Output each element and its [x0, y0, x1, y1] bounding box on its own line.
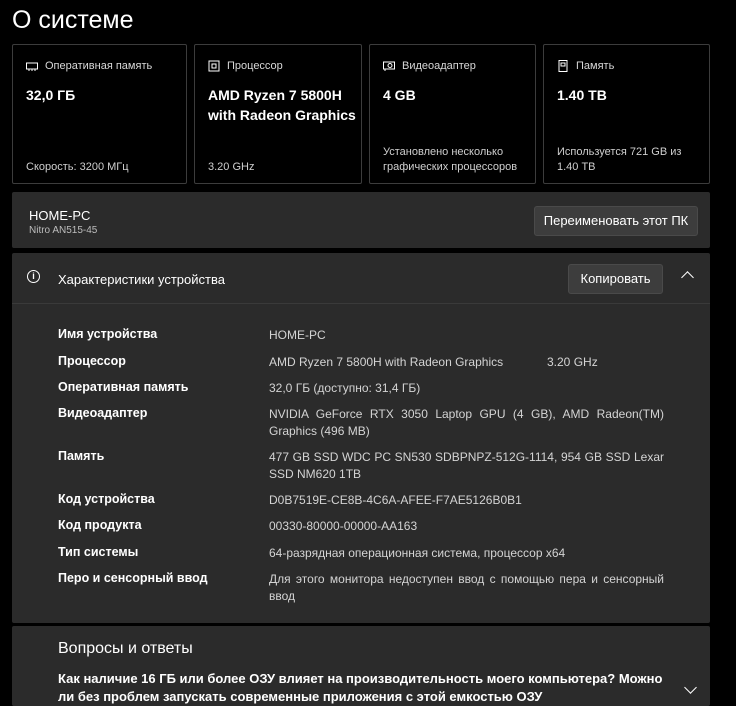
- spec-value: D0B7519E-CE8B-4C6A-AFEE-F7AE5126B0B1: [269, 492, 664, 509]
- rename-pc-button[interactable]: Переименовать этот ПК: [534, 206, 698, 236]
- device-specs-panel: i Характеристики устройства Копировать И…: [12, 253, 710, 623]
- faq-title: Вопросы и ответы: [58, 640, 193, 657]
- card-foot: Используется 721 GB из 1.40 TB: [557, 146, 682, 173]
- spec-value: 64-разрядная операционная система, проце…: [269, 545, 664, 562]
- spec-value-text: NVIDIA GeForce RTX 3050 Laptop GPU (4 GB…: [269, 407, 664, 438]
- gpu-icon: [383, 61, 395, 71]
- card-label: Видеоадаптер: [402, 60, 476, 72]
- card-foot: 3.20 GHz: [208, 161, 255, 173]
- spec-key: Оперативная память: [58, 380, 189, 394]
- card-value: 32,0 ГБ: [26, 87, 76, 103]
- spec-value-text: 00330-80000-00000-AA163: [269, 519, 418, 533]
- chevron-up-icon[interactable]: [681, 271, 694, 284]
- spec-value: HOME-PC: [269, 327, 664, 344]
- chevron-down-icon[interactable]: [684, 681, 697, 694]
- spec-key: Код устройства: [58, 492, 155, 506]
- spec-value: 00330-80000-00000-AA163: [269, 518, 664, 535]
- card-value: AMD Ryzen 7 5800H with Radeon Graphics: [208, 87, 356, 123]
- ram-icon: [26, 62, 38, 71]
- spec-value-text: 32,0 ГБ (доступно: 31,4 ГБ): [269, 381, 421, 395]
- pc-name-bar: HOME-PC Nitro AN515-45 Переименовать это…: [12, 192, 710, 248]
- spec-value: 477 GB SSD WDC PC SN530 SDBPNPZ-512G-111…: [269, 449, 664, 483]
- card-gpu: Видеоадаптер 4 GB Установлено несколько …: [369, 44, 536, 184]
- card-label: Оперативная память: [45, 60, 153, 72]
- spec-value-text: 477 GB SSD WDC PC SN530 SDBPNPZ-512G-111…: [269, 450, 664, 481]
- faq-panel: Вопросы и ответы Как наличие 16 ГБ или б…: [12, 626, 710, 706]
- spec-key: Процессор: [58, 354, 126, 368]
- cpu-icon: [208, 60, 220, 72]
- pc-name: HOME-PC: [29, 208, 91, 223]
- spec-value-speed: 3.20 GHz: [547, 355, 598, 369]
- card-value: 4 GB: [383, 87, 416, 103]
- spec-value: NVIDIA GeForce RTX 3050 Laptop GPU (4 GB…: [269, 406, 664, 440]
- summary-cards: Оперативная память 32,0 ГБ Скорость: 320…: [12, 44, 710, 186]
- device-specs-header[interactable]: i Характеристики устройства Копировать: [12, 253, 710, 304]
- spec-value-text: Для этого монитора недоступен ввод с пом…: [269, 572, 664, 603]
- spec-key: Тип системы: [58, 545, 139, 559]
- spec-value-text: HOME-PC: [269, 328, 326, 342]
- card-foot: Скорость: 3200 МГц: [26, 161, 129, 173]
- page-title: О системе: [12, 6, 134, 34]
- spec-key: Код продукта: [58, 518, 142, 532]
- spec-value: Для этого монитора недоступен ввод с пом…: [269, 571, 664, 605]
- faq-question[interactable]: Как наличие 16 ГБ или более ОЗУ влияет н…: [58, 670, 668, 706]
- storage-icon: [558, 60, 568, 72]
- card-value: 1.40 TB: [557, 87, 607, 103]
- card-label: Память: [576, 60, 615, 72]
- spec-value-text: 64-разрядная операционная система, проце…: [269, 546, 566, 560]
- card-foot: Установлено несколько графических процес…: [383, 146, 518, 173]
- spec-value: AMD Ryzen 7 5800H with Radeon Graphics 3…: [269, 354, 664, 371]
- spec-key: Имя устройства: [58, 327, 158, 341]
- spec-key: Перо и сенсорный ввод: [58, 571, 208, 585]
- info-icon: i: [27, 270, 40, 283]
- spec-value: 32,0 ГБ (доступно: 31,4 ГБ): [269, 380, 664, 397]
- copy-button[interactable]: Копировать: [568, 264, 663, 294]
- spec-key: Память: [58, 449, 105, 463]
- spec-value-text: D0B7519E-CE8B-4C6A-AFEE-F7AE5126B0B1: [269, 493, 522, 507]
- spec-key: Видеоадаптер: [58, 406, 148, 420]
- card-label: Процессор: [227, 60, 283, 72]
- spec-value-text: AMD Ryzen 7 5800H with Radeon Graphics: [269, 355, 504, 369]
- pc-model: Nitro AN515-45: [29, 225, 98, 236]
- card-cpu: Процессор AMD Ryzen 7 5800H with Radeon …: [194, 44, 362, 184]
- device-specs-title: Характеристики устройства: [58, 272, 225, 287]
- card-ram: Оперативная память 32,0 ГБ Скорость: 320…: [12, 44, 187, 184]
- card-storage: Память 1.40 TB Используется 721 GB из 1.…: [543, 44, 710, 184]
